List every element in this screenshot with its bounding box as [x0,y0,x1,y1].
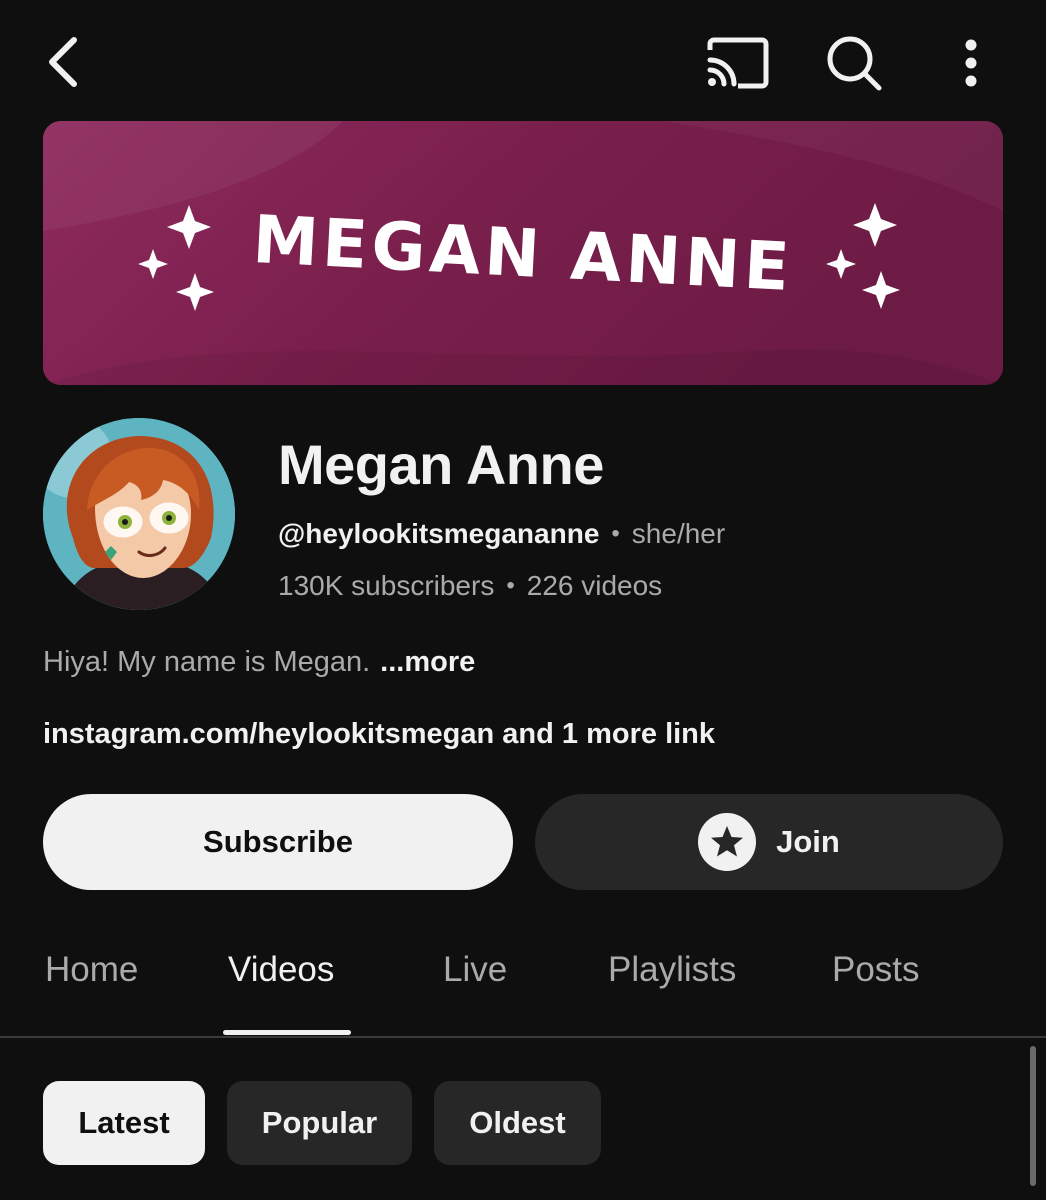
join-button[interactable]: Join [535,794,1003,890]
tab-videos[interactable]: Videos [228,950,334,990]
description-text: Hiya! My name is Megan. [43,646,371,678]
tab-live[interactable]: Live [443,950,507,990]
avatar-art [43,418,235,610]
channel-banner: MEGAN ANNE [43,121,1003,385]
tab-home[interactable]: Home [45,950,138,990]
cast-button[interactable] [700,30,774,96]
subscribe-button[interactable]: Subscribe [43,794,513,890]
chip-label: Oldest [469,1105,566,1140]
subscriber-count: 130K subscribers [278,570,495,601]
join-label: Join [776,824,840,859]
channel-description[interactable]: Hiya! My name is Megan. ...more [43,646,475,679]
more-options-button[interactable] [948,30,994,96]
tab-playlists[interactable]: Playlists [608,950,736,990]
banner-title: MEGAN ANNE [250,200,796,306]
filter-chip-oldest[interactable]: Oldest [434,1081,601,1165]
channel-links[interactable]: instagram.com/heylookitsmegan and 1 more… [43,718,715,751]
chevron-left-icon [49,37,77,87]
channel-page: MEGAN ANNE Megan Anne @heylookitsmeganan… [0,0,1046,1200]
search-icon [827,36,882,91]
channel-handle[interactable]: @heylookitsmegananne [278,518,599,550]
more-link[interactable]: ...more [380,646,475,678]
pronouns: she/her [631,518,726,549]
channel-handle-row: @heylookitsmegananne • she/her [278,518,725,550]
search-button[interactable] [818,28,890,98]
filter-chip-latest[interactable]: Latest [43,1081,205,1165]
channel-avatar[interactable] [43,418,235,610]
chip-label: Latest [78,1105,170,1140]
separator-dot: • [611,520,620,547]
separator-dot: • [506,572,515,599]
channel-tabs: Home Videos Live Playlists Posts [0,930,1046,1036]
top-app-bar [0,0,1046,120]
cast-icon [707,37,769,89]
video-count: 226 videos [526,570,663,601]
filter-chip-popular[interactable]: Popular [227,1081,412,1165]
scrollbar[interactable] [1030,1046,1036,1186]
subscribe-label: Subscribe [203,824,353,859]
back-button[interactable] [30,28,94,96]
channel-stats-row: 130K subscribers • 226 videos [278,570,662,602]
star-icon [698,813,757,871]
more-vertical-icon [965,39,977,87]
tab-posts[interactable]: Posts [832,950,920,990]
active-tab-indicator [223,1030,351,1035]
channel-name: Megan Anne [278,433,604,496]
tabs-divider [0,1036,1046,1038]
chip-label: Popular [261,1105,378,1140]
